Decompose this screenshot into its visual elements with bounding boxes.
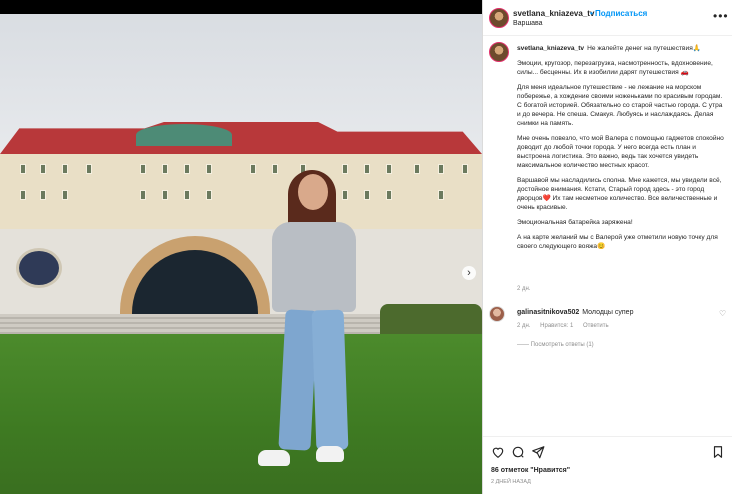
comment-reply-button[interactable]: Ответить <box>583 323 609 329</box>
avatar[interactable] <box>489 8 509 28</box>
likes-count[interactable]: 86 отметок "Нравится" <box>491 467 570 474</box>
caption-paragraph: Для меня идеальное путешествие - не лежа… <box>517 84 723 127</box>
post-actions: 86 отметок "Нравится" 2 дней назад <box>483 436 732 494</box>
oval-window <box>16 248 62 288</box>
caption-username[interactable]: svetlana_kniazeva_tv <box>517 45 584 52</box>
caption-paragraph: Эмоции, кругозор, перезагрузка, насмотре… <box>517 60 713 76</box>
follow-button[interactable]: • Подписаться <box>590 9 647 18</box>
comment-meta: 2 дн. Нравится: 1 Ответить <box>517 323 617 329</box>
post-header: svetlana_kniazeva_tv • Подписаться Варша… <box>483 0 732 36</box>
comment-heart-icon[interactable]: ♡ <box>719 309 726 318</box>
chevron-right-icon[interactable]: › <box>462 266 476 280</box>
comment-text-line: galinasitnikova502 Молодцы супер <box>517 309 633 316</box>
more-options-icon[interactable]: ••• <box>713 9 729 23</box>
caption-paragraph: Мне очень повезло, что мой Валера с помо… <box>517 135 724 169</box>
caption-paragraph: А на карте желаний мы с Валерой уже отме… <box>517 234 718 250</box>
comment-item: galinasitnikova502 Молодцы супер ♡ 2 дн. … <box>483 302 732 352</box>
comment-likes[interactable]: Нравится: 1 <box>540 323 573 329</box>
caption-timestamp: 2 дн. <box>517 286 531 292</box>
comment-username[interactable]: galinasitnikova502 <box>517 309 579 316</box>
caption-avatar[interactable] <box>489 42 509 62</box>
username-link[interactable]: svetlana_kniazeva_tv <box>513 9 594 18</box>
post-date: 2 дней назад <box>491 479 531 485</box>
caption-text: Не жалейте денег на путешествия🙏 <box>587 45 701 52</box>
post-caption: svetlana_kniazeva_tv Не жалейте денег на … <box>517 44 725 257</box>
woman-figure <box>258 170 368 474</box>
caption-paragraph: Варшавой мы насладились сполна. Мне каже… <box>517 177 722 211</box>
comment-text: Молодцы супер <box>582 309 634 316</box>
top-bar <box>0 0 482 14</box>
caption-paragraph: Эмоциональная батарейка заряжена! <box>517 219 633 226</box>
comment-avatar[interactable] <box>489 306 505 322</box>
post-photo[interactable]: › <box>0 14 482 494</box>
comment-time: 2 дн. <box>517 323 531 329</box>
palace-building <box>0 114 482 234</box>
instagram-post-window: › svetlana_kniazeva_tv • Подписаться Вар… <box>0 0 732 494</box>
location-link[interactable]: Варшава <box>513 20 543 27</box>
comment-icon[interactable] <box>511 445 525 459</box>
view-replies-button[interactable]: —— Посмотреть ответы (1) <box>517 342 594 348</box>
post-sidebar: svetlana_kniazeva_tv • Подписаться Варша… <box>482 0 732 494</box>
bookmark-icon[interactable] <box>711 445 725 459</box>
heart-icon[interactable] <box>491 445 505 459</box>
share-icon[interactable] <box>531 445 545 459</box>
lawn <box>0 334 482 494</box>
